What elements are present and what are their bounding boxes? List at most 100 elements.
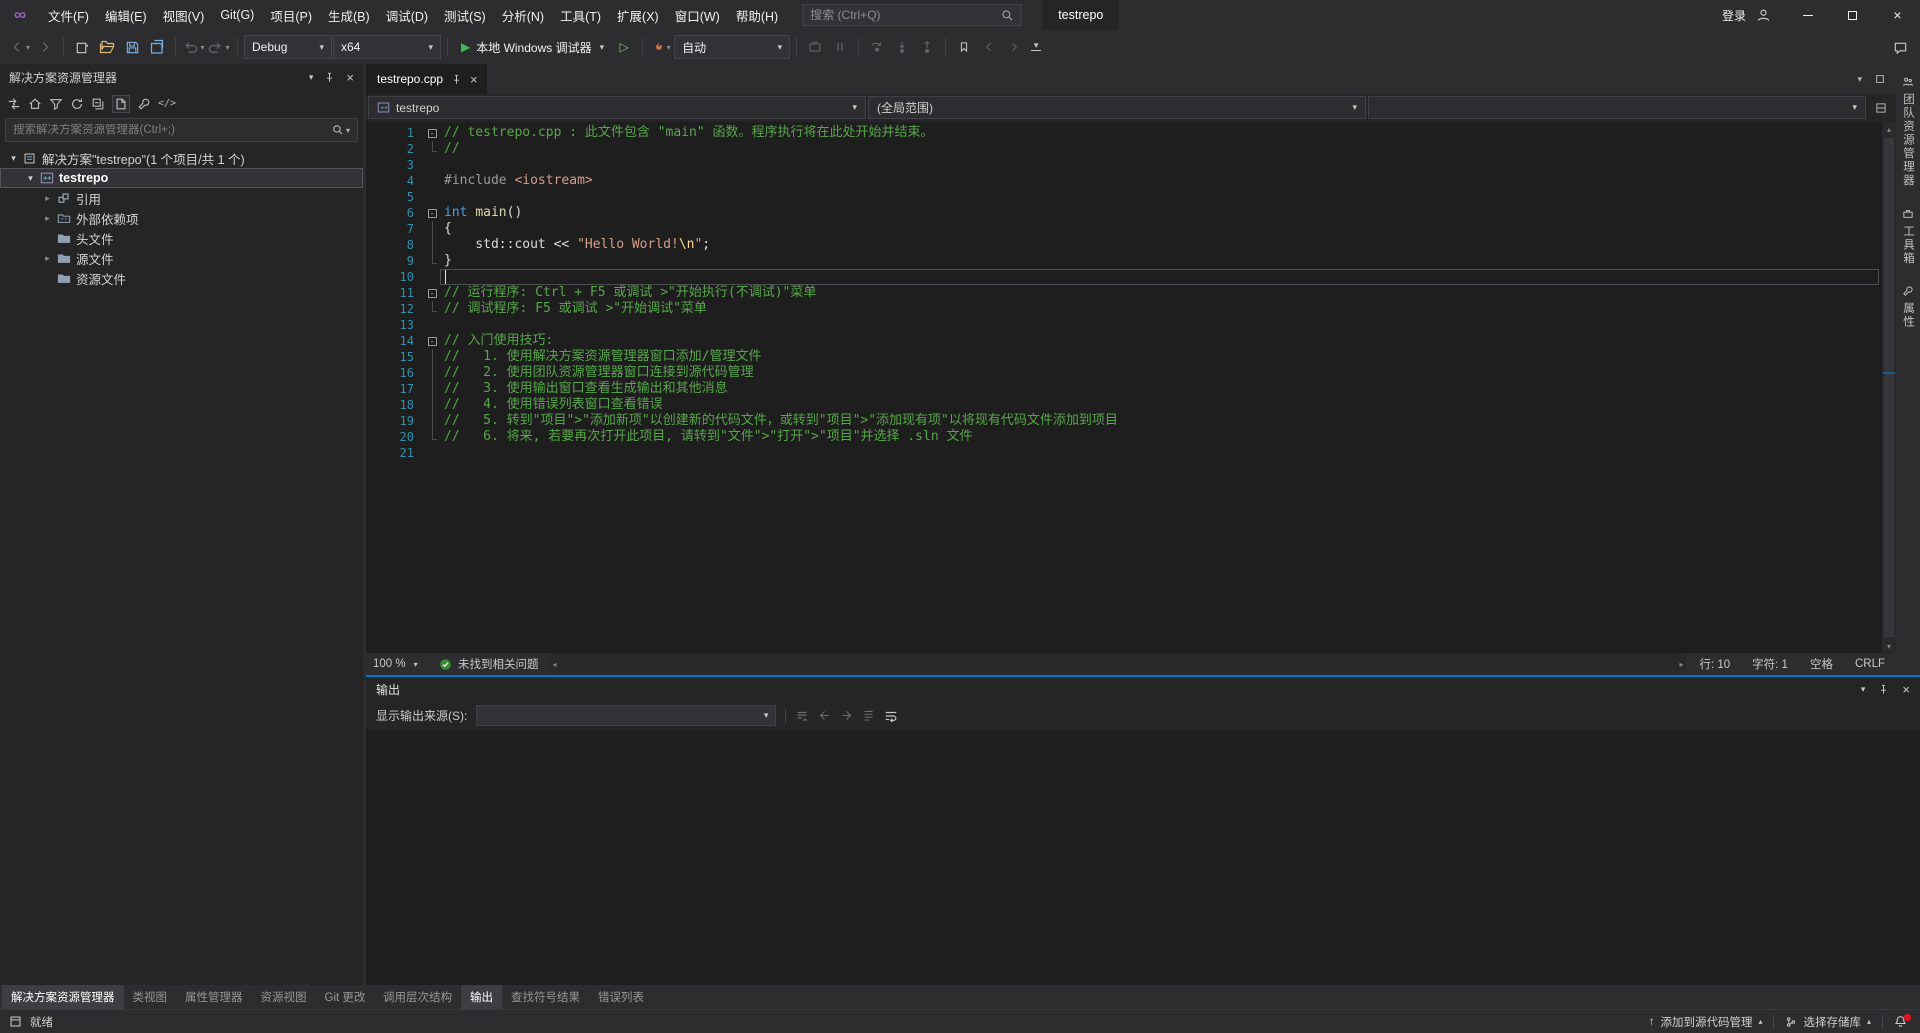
bookmark-icon[interactable] [952,35,976,59]
toggle-word-wrap-icon[interactable] [884,709,898,723]
output-content[interactable] [366,730,1920,985]
code-line[interactable]: 15// 1. 使用解决方案资源管理器窗口添加/管理文件 [366,349,1882,365]
project-dropdown[interactable]: ++ testrepo▾ [368,96,866,119]
code-line[interactable]: 20// 6. 将来, 若要再次打开此项目, 请转到"文件">"打开">"项目"… [366,429,1882,445]
maximize-button[interactable] [1830,0,1875,30]
fold-marker[interactable]: - [424,125,440,141]
fold-marker[interactable]: - [424,285,440,301]
tree-item[interactable]: ▾++testrepo [0,168,363,188]
collapse-box-icon[interactable]: - [428,209,437,218]
code-line[interactable]: 5 [366,189,1882,205]
add-to-source-control-button[interactable]: ↑ 添加到源代码管理 ▴ [1638,1010,1774,1033]
menu-item[interactable]: 生成(B) [320,0,378,30]
tree-expander-icon[interactable]: ▾ [6,153,21,164]
close-icon[interactable]: × [1902,682,1910,697]
step-into-icon[interactable] [890,35,914,59]
solution-explorer-search[interactable]: ▾ [5,118,358,142]
collapse-all-icon[interactable] [91,97,105,111]
collapse-box-icon[interactable]: - [428,289,437,298]
save-all-icon[interactable] [145,35,169,59]
new-project-icon[interactable] [70,35,94,59]
start-without-debugging-icon[interactable]: ▷ [612,35,636,59]
filter-icon[interactable] [49,97,63,111]
attach-to-process-icon[interactable] [803,35,827,59]
menu-item[interactable]: 工具(T) [552,0,609,30]
code-line[interactable]: 9} [366,253,1882,269]
code-line[interactable]: 12// 调试程序: F5 或调试 >"开始调试"菜单 [366,301,1882,317]
chevron-down-icon[interactable]: ▾ [1861,684,1866,695]
fold-marker[interactable]: - [424,205,440,221]
autohide-tab[interactable]: 属性 [1900,285,1916,329]
spaces-indicator[interactable]: 空格 [1799,656,1844,672]
panel-tab[interactable]: 查找符号结果 [502,985,589,1009]
solution-configuration-dropdown[interactable]: Debug▾ [244,35,332,59]
close-tab-icon[interactable]: × [470,72,478,87]
autohide-tab[interactable]: 团队资源管理器 [1900,76,1916,188]
tree-item[interactable]: ▸外部依赖项 [0,208,363,228]
tool-window-tab[interactable]: 属性管理器 [176,985,252,1009]
tree-item[interactable]: ▾解决方案"testrepo"(1 个项目/共 1 个) [0,148,363,168]
tree-expander-icon[interactable]: ▸ [40,193,55,204]
code-line[interactable]: 6-int main() [366,205,1882,221]
vertical-scrollbar[interactable]: ▴ ▾ [1882,122,1896,653]
save-icon[interactable] [120,35,144,59]
code-line[interactable]: 3 [366,157,1882,173]
menu-item[interactable]: 分析(N) [494,0,552,30]
previous-bookmark-icon[interactable] [977,35,1001,59]
preview-code-icon[interactable]: </> [158,98,176,109]
menu-item[interactable]: 编辑(E) [97,0,155,30]
properties-icon[interactable] [137,97,151,111]
open-file-icon[interactable] [95,35,119,59]
undo-button[interactable]: ▾ [182,35,206,59]
menu-item[interactable]: 调试(D) [378,0,436,30]
break-all-icon[interactable] [828,35,852,59]
code-line[interactable]: 7{ [366,221,1882,237]
menu-item[interactable]: Git(G) [212,0,262,30]
solution-platform-dropdown[interactable]: x64▾ [333,35,441,59]
home-icon[interactable] [28,97,42,111]
step-out-icon[interactable] [915,35,939,59]
output-panel-header[interactable]: 输出 ▾ × [366,677,1920,701]
code-line[interactable]: 14-// 入门使用技巧: [366,333,1882,349]
tool-window-tab[interactable]: 类视图 [124,985,177,1009]
code-line[interactable]: 18// 4. 使用错误列表窗口查看错误 [366,397,1882,413]
menu-item[interactable]: 窗口(W) [667,0,728,30]
zoom-dropdown[interactable]: 100 %▾ [366,653,430,675]
clear-all-icon[interactable] [862,709,875,722]
code-line[interactable]: 11-// 运行程序: Ctrl + F5 或调试 >"开始执行(不调试)"菜单 [366,285,1882,301]
start-debugging-button[interactable]: ▶本地 Windows 调试器▾ [454,35,611,59]
quick-search-input[interactable] [810,8,1001,22]
panel-tab[interactable]: 错误列表 [589,985,653,1009]
show-all-files-icon[interactable] [112,95,130,113]
menu-item[interactable]: 帮助(H) [728,0,786,30]
code-line[interactable]: 19// 5. 转到"项目">"添加新项"以创建新的代码文件，或转到"项目">"… [366,413,1882,429]
tree-expander-icon[interactable]: ▸ [40,213,55,224]
scope-dropdown[interactable]: (全局范围)▾ [868,96,1366,119]
sign-in-button[interactable]: 登录 [1722,7,1746,24]
search-icon[interactable]: ▾ [332,124,350,136]
menu-item[interactable]: 扩展(X) [609,0,667,30]
scroll-down-icon[interactable]: ▾ [1882,639,1896,653]
step-over-icon[interactable] [865,35,889,59]
hot-reload-mode-dropdown[interactable]: 自动▾ [674,35,790,59]
menu-item[interactable]: 文件(F) [40,0,97,30]
tree-expander-icon[interactable]: ▸ [40,253,55,264]
minimize-button[interactable] [1785,0,1830,30]
tree-item[interactable]: ▸引用 [0,188,363,208]
active-files-dropdown-icon[interactable]: ▾ [1857,74,1862,85]
tool-window-tab[interactable]: 解决方案资源管理器 [2,985,124,1009]
close-icon[interactable]: × [346,70,354,85]
tree-item[interactable]: 头文件 [0,228,363,248]
next-bookmark-icon[interactable] [1002,35,1026,59]
code-line[interactable]: 8 std::cout << "Hello World!\n"; [366,237,1882,253]
tree-item[interactable]: 资源文件 [0,268,363,288]
code-editor[interactable]: 1-// testrepo.cpp : 此文件包含 "main" 函数。程序执行… [366,122,1896,653]
code-line[interactable]: 1-// testrepo.cpp : 此文件包含 "main" 函数。程序执行… [366,125,1882,141]
tool-window-tab[interactable]: 资源视图 [252,985,316,1009]
document-tab[interactable]: testrepo.cpp × [366,64,487,94]
autohide-tab[interactable]: 工具箱 [1900,208,1916,266]
panel-tab[interactable]: 调用层次结构 [374,985,461,1009]
code-line[interactable]: 17// 3. 使用输出窗口查看生成输出和其他消息 [366,381,1882,397]
background-tasks-icon[interactable] [9,1015,22,1028]
horizontal-scrollbar[interactable]: ◂▸ [550,653,1687,675]
